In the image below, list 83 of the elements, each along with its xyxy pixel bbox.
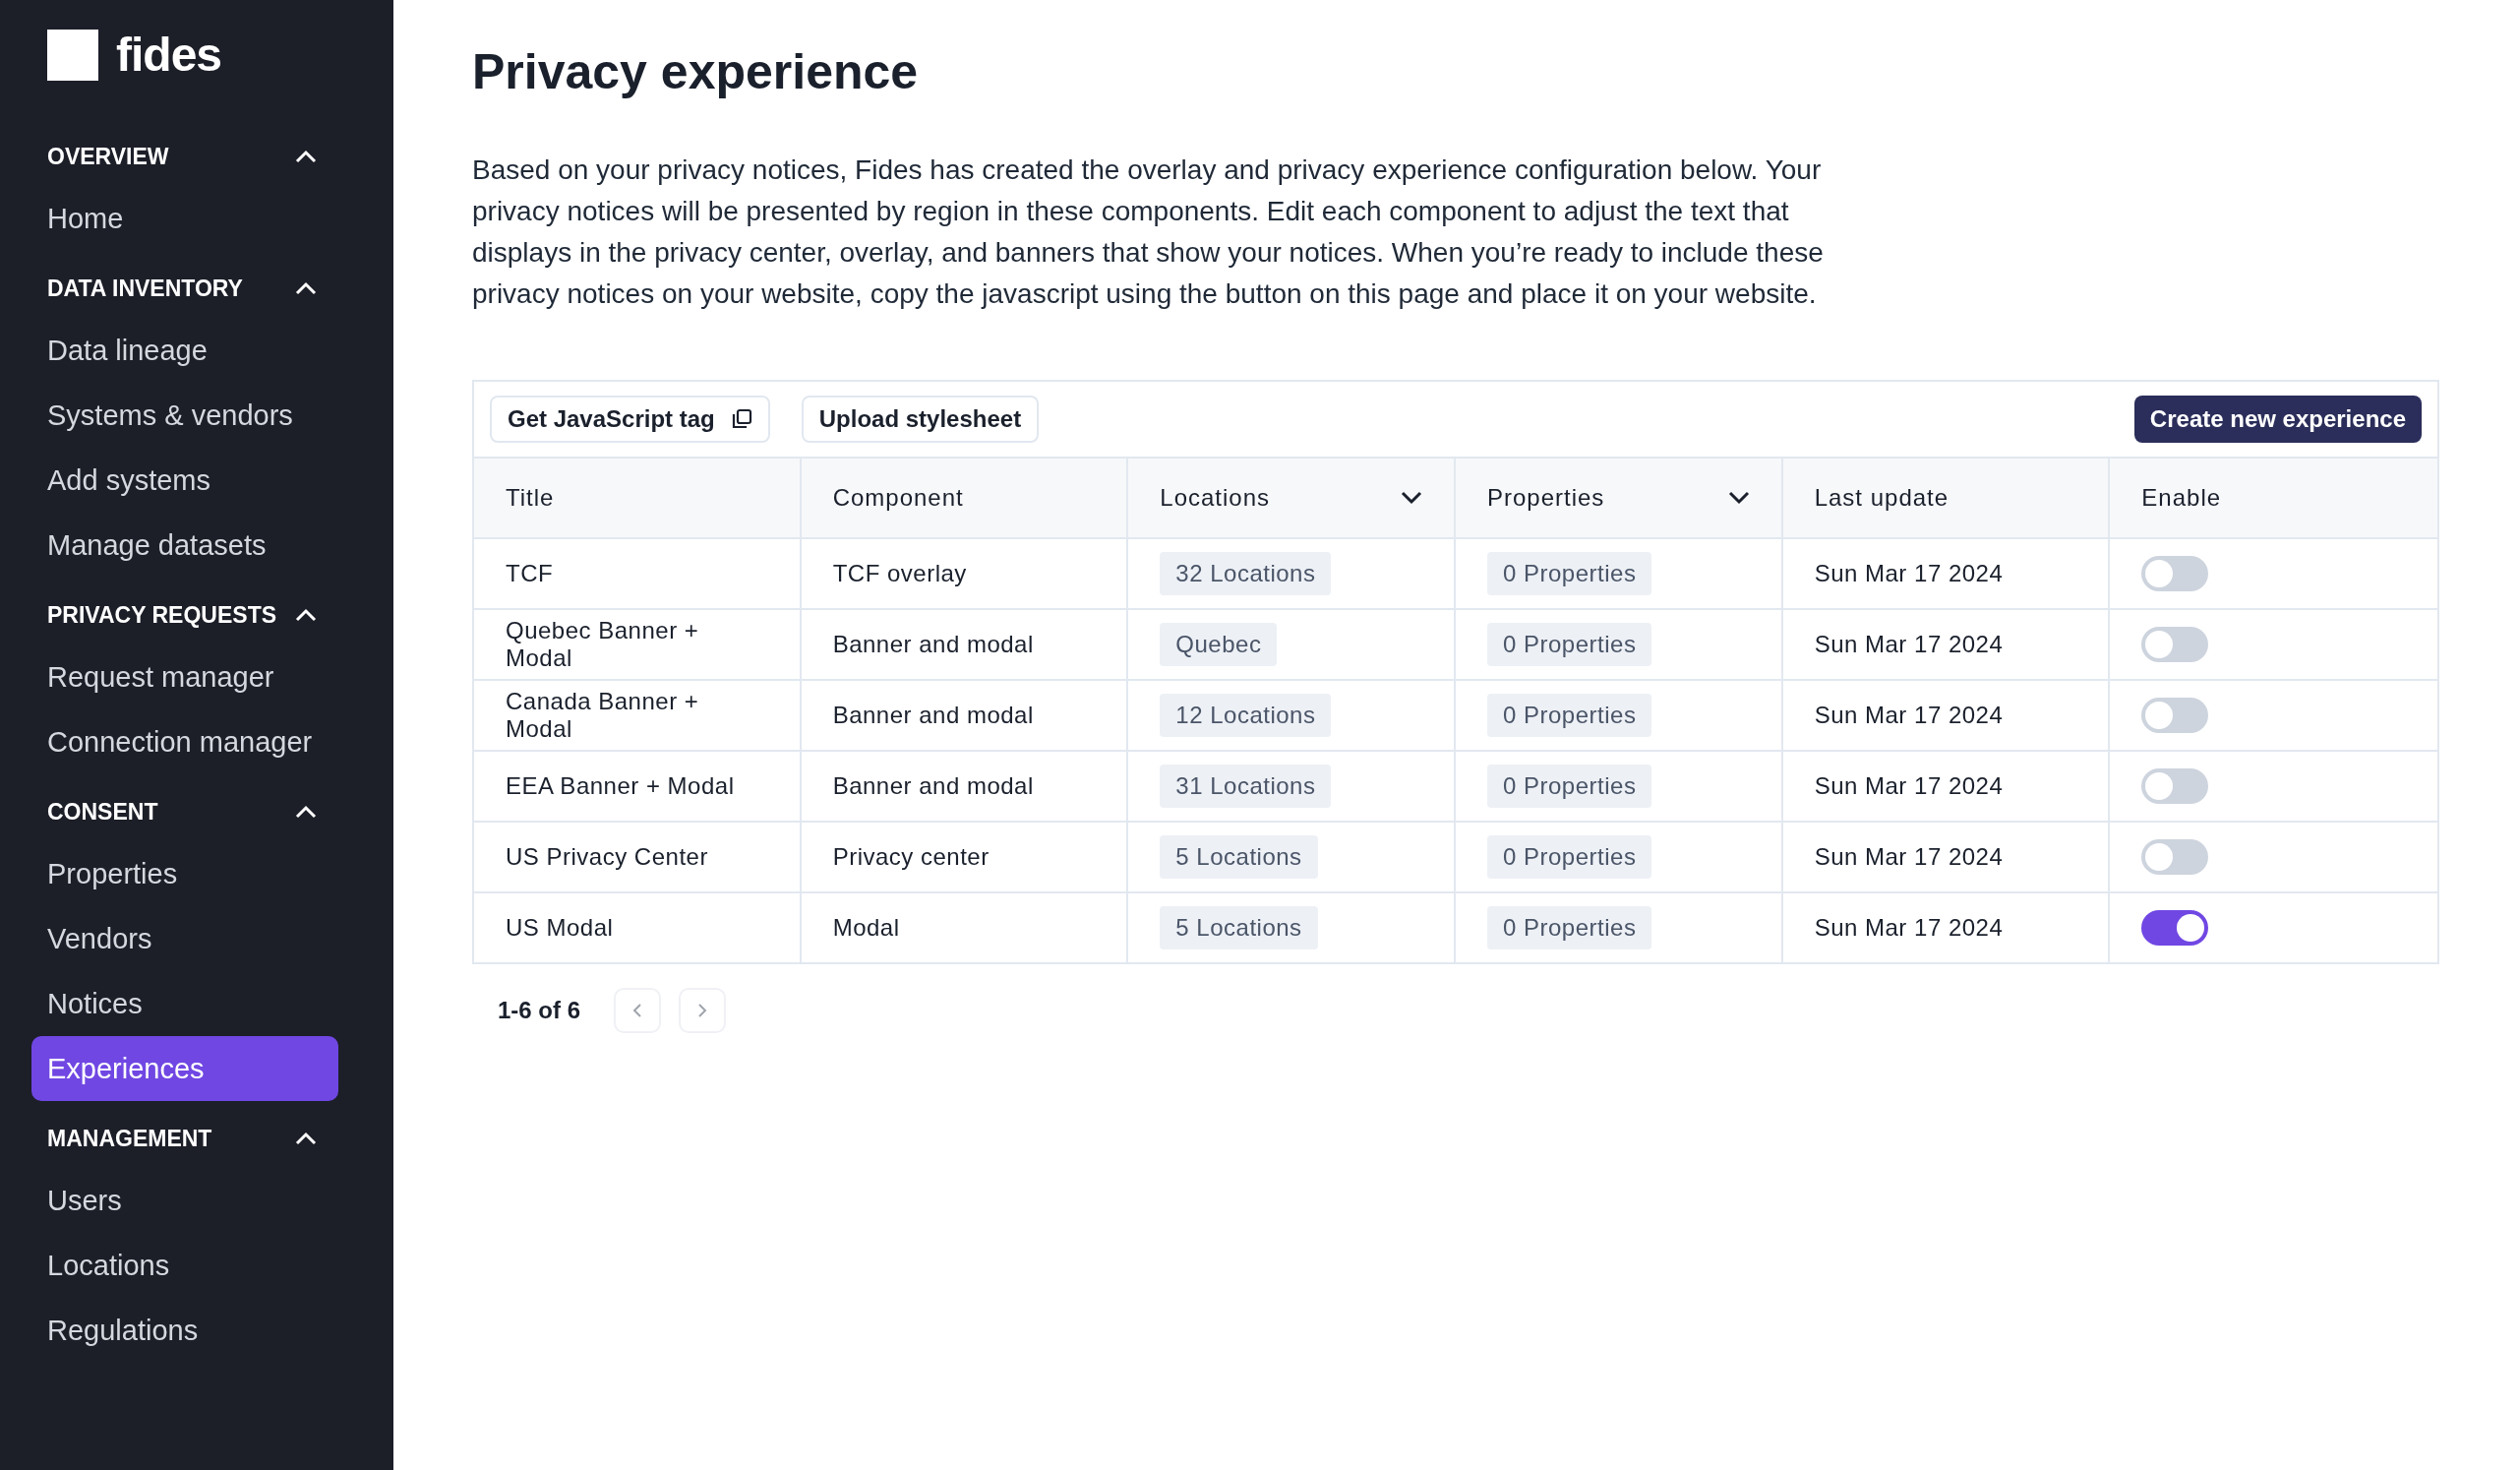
logo-square	[47, 29, 98, 81]
table-cell: US Modal	[474, 893, 802, 962]
toolbar-button[interactable]: Upload stylesheet	[801, 396, 1040, 443]
chevron-icon	[295, 150, 317, 163]
nav-item[interactable]: Experiences	[31, 1036, 338, 1101]
nav-item[interactable]: Connection manager	[31, 709, 338, 774]
copy-icon	[730, 408, 752, 430]
nav-item[interactable]: Users	[31, 1168, 338, 1233]
page-description: Based on your privacy notices, Fides has created the overlay and privacy experience configuration below. Your privacy notices will be presented by region in these components. Edit each component to adjust the text that displays in the privacy center, overlay, and banners that show your notices. When you’re ready to include these privacy notices on your website, copy the javascript using the button on this page and place it on your website.	[472, 153, 1825, 311]
table-cell: Banner and modal	[801, 752, 1129, 823]
table-cell: TCF overlay	[801, 539, 1129, 610]
table-cell: TCF	[474, 539, 802, 610]
section-title: DATA INVENTORY	[47, 275, 243, 302]
chevron-down-icon	[1401, 491, 1422, 505]
next-page-button[interactable]	[679, 988, 727, 1033]
section-title: PRIVACY REQUESTS	[47, 601, 277, 629]
enable-toggle[interactable]	[2141, 627, 2209, 662]
chevron-left-icon	[632, 1003, 643, 1018]
column-header[interactable]: Properties	[1456, 459, 1783, 539]
nav-item[interactable]: Notices	[31, 971, 338, 1036]
table-cell: Canada Banner + Modal	[474, 681, 802, 752]
table-cell: EEA Banner + Modal	[474, 752, 802, 823]
nav-item[interactable]: Home	[31, 186, 338, 251]
property-tag: 0 Properties	[1487, 906, 1652, 949]
column-header[interactable]: Locations	[1128, 459, 1456, 539]
logo-text: fides	[116, 28, 222, 82]
section-title: MANAGEMENT	[47, 1125, 212, 1152]
table-cell: Sun Mar 17 2024	[1782, 681, 2111, 752]
previous-page-button[interactable]	[614, 988, 662, 1033]
chevron-icon	[295, 608, 317, 622]
nav-item[interactable]: Regulations	[31, 1298, 338, 1363]
location-tag: 12 Locations	[1160, 694, 1332, 737]
table-cell: Sun Mar 17 2024	[1782, 610, 2111, 681]
chevron-icon	[295, 1132, 317, 1145]
column-label: Properties	[1487, 484, 1605, 512]
table-cell: Sun Mar 17 2024	[1782, 893, 2111, 962]
nav-item[interactable]: Systems & vendors	[31, 383, 338, 448]
location-tag: 5 Locations	[1160, 835, 1318, 879]
chevron-icon	[295, 805, 317, 819]
table-cell: US Privacy Center	[474, 823, 802, 893]
pagination-range: 1-6 of 6	[498, 997, 581, 1024]
table-cell: Sun Mar 17 2024	[1782, 539, 2111, 610]
table-cell: Sun Mar 17 2024	[1782, 752, 2111, 823]
nav-item[interactable]: Locations	[31, 1233, 338, 1298]
property-tag: 0 Properties	[1487, 552, 1652, 595]
column-label: Component	[832, 484, 964, 512]
enable-toggle[interactable]	[2141, 698, 2209, 733]
nav-item[interactable]: Properties	[31, 841, 338, 906]
property-tag: 0 Properties	[1487, 835, 1652, 879]
property-tag: 0 Properties	[1487, 623, 1652, 666]
location-tag: 31 Locations	[1160, 765, 1332, 808]
section-title: CONSENT	[47, 798, 158, 826]
property-tag: 0 Properties	[1487, 765, 1652, 808]
table-cell: Quebec Banner + Modal	[474, 610, 802, 681]
nav-item[interactable]: Request manager	[31, 644, 338, 709]
chevron-down-icon	[1727, 491, 1750, 505]
nav-item[interactable]: Vendors	[31, 906, 338, 971]
section-title: OVERVIEW	[47, 143, 169, 170]
page-title: Privacy experience	[472, 43, 920, 100]
table-cell: Banner and modal	[801, 610, 1129, 681]
create-experience-button[interactable]: Create new experience	[2133, 396, 2422, 443]
table-cell: Sun Mar 17 2024	[1782, 823, 2111, 893]
enable-toggle[interactable]	[2141, 556, 2209, 591]
chevron-icon	[295, 281, 317, 295]
enable-toggle[interactable]	[2141, 768, 2209, 804]
nav-item[interactable]: Add systems	[31, 448, 338, 513]
chevron-right-icon	[697, 1003, 708, 1018]
table-cell: Privacy center	[801, 823, 1129, 893]
table-cell: Banner and modal	[801, 681, 1129, 752]
nav-item[interactable]: Manage datasets	[31, 513, 338, 578]
nav-item[interactable]: Data lineage	[31, 318, 338, 383]
property-tag: 0 Properties	[1487, 694, 1652, 737]
table-cell: Modal	[801, 893, 1129, 962]
column-label: Last update	[1814, 484, 1950, 512]
column-label: Title	[506, 484, 555, 512]
location-tag: 5 Locations	[1160, 906, 1318, 949]
enable-toggle[interactable]	[2141, 910, 2209, 946]
enable-toggle[interactable]	[2141, 839, 2209, 875]
column-label: Enable	[2141, 484, 2222, 512]
column-label: Locations	[1160, 484, 1271, 512]
location-tag: Quebec	[1160, 623, 1278, 666]
location-tag: 32 Locations	[1160, 552, 1332, 595]
toolbar-button[interactable]: Get JavaScript tag	[490, 396, 770, 443]
